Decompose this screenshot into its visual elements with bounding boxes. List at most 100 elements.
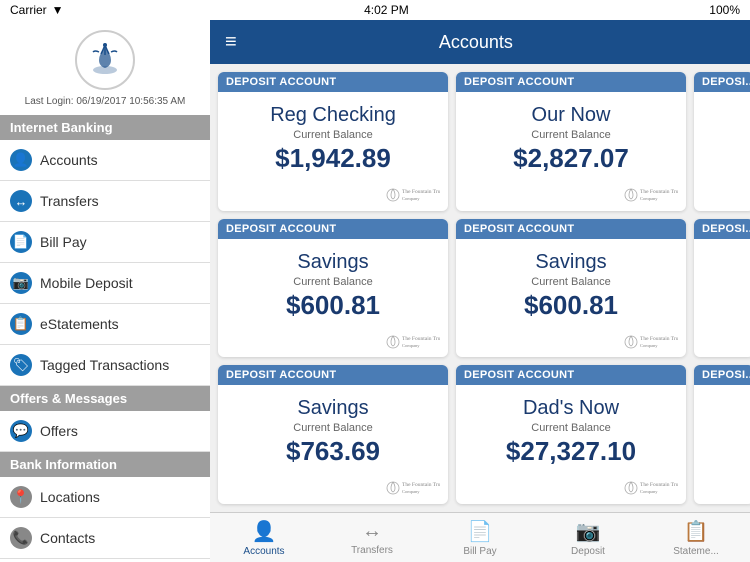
status-bar: Carrier ▼ 4:02 PM 100%	[0, 0, 750, 20]
sidebar: Last Login: 06/19/2017 10:56:35 AM Inter…	[0, 20, 210, 562]
sidebar-item-mobile-deposit[interactable]: 📷 Mobile Deposit	[0, 263, 210, 304]
mobile-deposit-icon: 📷	[10, 272, 32, 294]
account-card-header: Deposit Account	[456, 72, 686, 92]
deposit-tab-label: Deposit	[571, 546, 605, 557]
account-card-body: Savings Current Balance $600.81	[218, 239, 448, 327]
sidebar-item-tagged-transactions[interactable]: 🏷 Tagged Transactions	[0, 345, 210, 386]
tagged-transactions-label: Tagged Transactions	[40, 357, 169, 373]
tab-transfers[interactable]: ↔ Transfers	[318, 513, 426, 562]
account-name: Dad's Now	[466, 397, 676, 420]
svg-text:The Fountain Trust: The Fountain Trust	[640, 336, 678, 342]
account-balance-label: Current Balance	[228, 276, 438, 288]
svg-text:Company: Company	[640, 489, 658, 494]
account-card-logo: The Fountain Trust Company	[456, 327, 686, 358]
account-card-body: Savings Current Balance $763.69	[218, 385, 448, 473]
bank-logo	[75, 30, 135, 90]
account-card: Deposit Account Our Now Current Balance …	[456, 72, 686, 211]
locations-icon: 📍	[10, 486, 32, 508]
svg-text:The Fountain Trust: The Fountain Trust	[402, 336, 440, 342]
sidebar-item-accounts[interactable]: 👤Accounts	[0, 140, 210, 181]
tab-billpay[interactable]: 📄 Bill Pay	[426, 513, 534, 562]
sidebar-item-estatements[interactable]: 📋eStatements	[0, 304, 210, 345]
account-card-header: Deposit Account	[218, 219, 448, 239]
svg-text:Company: Company	[640, 196, 658, 201]
accounts-icon: 👤	[10, 149, 32, 171]
account-balance-label: Current Balance	[228, 422, 438, 434]
sidebar-item-offers[interactable]: 💬Offers	[0, 411, 210, 452]
account-name: Reg Checking	[228, 104, 438, 127]
account-card-header: Deposi...	[694, 72, 750, 92]
account-balance-label: Current Balance	[466, 422, 676, 434]
app-body: Last Login: 06/19/2017 10:56:35 AM Inter…	[0, 20, 750, 562]
svg-text:Company: Company	[402, 343, 420, 348]
locations-label: Locations	[40, 489, 100, 505]
bill-pay-icon: 📄	[10, 231, 32, 253]
tab-bar: 👤 Accounts ↔ Transfers 📄 Bill Pay 📷 Depo…	[210, 512, 750, 562]
account-card-logo: The Fountain Trust Company	[456, 180, 686, 211]
svg-text:The Fountain Trust: The Fountain Trust	[640, 482, 678, 488]
billpay-tab-label: Bill Pay	[463, 546, 496, 557]
statements-tab-label: Stateme...	[673, 546, 719, 557]
svg-text:The Fountain Trust: The Fountain Trust	[640, 189, 678, 195]
svg-text:Company: Company	[402, 489, 420, 494]
sidebar-sections: Internet Banking👤Accounts↔Transfers 📄 Bill…	[0, 115, 210, 562]
account-name: Savings	[466, 251, 676, 274]
mobile-deposit-label: Mobile Deposit	[40, 275, 133, 291]
transfers-label: Transfers	[40, 193, 99, 209]
battery-label: 100%	[709, 3, 740, 17]
svg-text:The Fountain Trust: The Fountain Trust	[402, 482, 440, 488]
account-card-body: Reg Checking Current Balance $1,942.89	[218, 92, 448, 180]
sidebar-item-locations[interactable]: 📍 Locations	[0, 477, 210, 518]
tab-statements[interactable]: 📋 Stateme...	[642, 513, 750, 562]
account-card-logo: The Fountain Trust Company	[218, 473, 448, 504]
account-card-body: Dad's Now Current Balance $27,327.10	[456, 385, 686, 473]
deposit-tab-icon: 📷	[576, 519, 601, 544]
account-card: Deposit Account Reg Checking Current Bal…	[218, 72, 448, 211]
tab-accounts[interactable]: 👤 Accounts	[210, 513, 318, 562]
account-card-header: Deposit Account	[456, 219, 686, 239]
wifi-icon: ▼	[52, 3, 64, 17]
account-balance: $600.81	[228, 290, 438, 321]
account-card-logo: The Fountain Trust Company	[218, 327, 448, 358]
estatements-label: eStatements	[40, 316, 119, 332]
sidebar-section-header: Bank Information	[0, 452, 210, 477]
account-card-logo: The Fountain Trust Company	[218, 180, 448, 211]
billpay-tab-icon: 📄	[468, 519, 493, 544]
sidebar-item-bill-pay[interactable]: 📄 Bill Pay	[0, 222, 210, 263]
account-card-body: Our Now Current Balance $2,827.07	[456, 92, 686, 180]
account-card: Deposit Account Savings Current Balance …	[456, 219, 686, 358]
tagged-transactions-icon: 🏷	[10, 354, 32, 376]
account-balance: $763.69	[228, 436, 438, 467]
account-card: Deposi...	[694, 219, 750, 358]
bill-pay-label: Bill Pay	[40, 234, 87, 250]
account-name: Savings	[228, 397, 438, 420]
svg-text:Company: Company	[402, 196, 420, 201]
statements-tab-icon: 📋	[684, 519, 709, 544]
svg-text:Company: Company	[640, 343, 658, 348]
account-card: Deposit Account Dad's Now Current Balanc…	[456, 365, 686, 504]
account-balance-label: Current Balance	[466, 129, 676, 141]
content-area: ≡ Accounts Deposit Account Reg Checking …	[210, 20, 750, 562]
account-name: Our Now	[466, 104, 676, 127]
sidebar-section-header: Internet Banking	[0, 115, 210, 140]
tab-deposit[interactable]: 📷 Deposit	[534, 513, 642, 562]
account-card: Deposi...	[694, 365, 750, 504]
accounts-tab-label: Accounts	[243, 546, 284, 557]
account-card-header: Deposit Account	[218, 365, 448, 385]
account-card-header: Deposit Account	[218, 72, 448, 92]
account-card-body: Savings Current Balance $600.81	[456, 239, 686, 327]
contacts-label: Contacts	[40, 530, 95, 546]
svg-text:The Fountain Trust: The Fountain Trust	[402, 189, 440, 195]
hamburger-menu[interactable]: ≡	[225, 31, 237, 54]
accounts-tab-icon: 👤	[252, 519, 277, 544]
sidebar-item-contacts[interactable]: 📞Contacts	[0, 518, 210, 559]
account-balance-label: Current Balance	[228, 129, 438, 141]
sidebar-section-header: Offers & Messages	[0, 386, 210, 411]
transfers-tab-icon: ↔	[362, 520, 382, 543]
account-card-header: Deposi...	[694, 219, 750, 239]
sidebar-item-transfers[interactable]: ↔Transfers	[0, 181, 210, 222]
page-title: Accounts	[252, 32, 700, 53]
account-card: Deposit Account Savings Current Balance …	[218, 219, 448, 358]
sidebar-logo-area: Last Login: 06/19/2017 10:56:35 AM	[0, 20, 210, 115]
offers-label: Offers	[40, 423, 78, 439]
